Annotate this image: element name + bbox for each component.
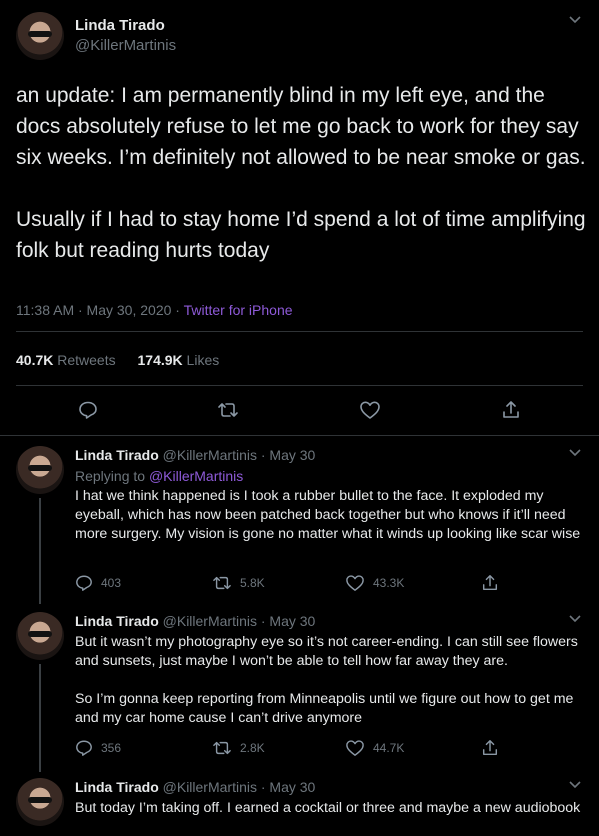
author-name[interactable]: Linda Tirado — [75, 447, 159, 463]
retweet-action[interactable]: 2.8K — [212, 739, 265, 757]
tweet-paragraph: an update: I am permanently blind in my … — [16, 84, 586, 169]
likes-label: Likes — [186, 352, 220, 368]
replying-to: Replying to @KillerMartinis — [75, 467, 585, 486]
reply-paragraph: So I’m gonna keep reporting from Minneap… — [75, 691, 578, 726]
author-name[interactable]: Linda Tirado — [75, 613, 159, 629]
retweet-action[interactable]: 5.8K — [212, 574, 265, 592]
reply-actions: 356 2.8K 44.7K — [75, 739, 575, 759]
heart-icon[interactable] — [345, 739, 365, 757]
thread-line — [39, 498, 41, 604]
reply-action[interactable]: 403 — [75, 574, 121, 592]
replying-to-label: Replying to — [75, 468, 149, 484]
chevron-down-icon[interactable] — [569, 16, 581, 24]
tweet-actions — [0, 394, 599, 426]
author-handle-date[interactable]: @KillerMartinis · May 30 — [163, 447, 316, 463]
author-handle[interactable]: @KillerMartinis — [75, 37, 176, 54]
reply-paragraph: But today I’m taking off. I earned a coc… — [75, 800, 581, 816]
retweet-count: 5.8K — [240, 576, 265, 590]
share-icon[interactable] — [481, 574, 499, 592]
like-count: 44.7K — [373, 741, 405, 755]
likes-count: 174.9K — [137, 352, 183, 368]
like-action[interactable]: 44.7K — [345, 739, 404, 757]
divider — [16, 331, 583, 332]
retweet-icon[interactable] — [212, 574, 232, 592]
like-count: 43.3K — [373, 576, 405, 590]
reply-icon[interactable] — [75, 574, 93, 592]
reply-text: But today I’m taking off. I earned a coc… — [75, 799, 585, 818]
reply-tweet[interactable]: Linda Tirado @KillerMartinis · May 30 Re… — [0, 436, 599, 604]
tweet-meta: 11:38 AM · May 30, 2020 · Twitter for iP… — [16, 302, 293, 318]
reply-count: 356 — [101, 741, 122, 755]
chevron-down-icon[interactable] — [569, 781, 581, 789]
reply-header: Linda Tirado @KillerMartinis · May 30 — [75, 447, 315, 463]
retweets-stat[interactable]: 40.7K Retweets — [16, 352, 116, 368]
heart-icon[interactable] — [345, 574, 365, 592]
replying-to-handle[interactable]: @KillerMartinis — [149, 468, 243, 484]
tweet-source[interactable]: Twitter for iPhone — [184, 302, 293, 318]
retweet-icon[interactable] — [212, 739, 232, 757]
reply-paragraph: But it wasn’t my photography eye so it’s… — [75, 634, 582, 669]
reply-icon[interactable] — [72, 394, 104, 426]
reply-count: 403 — [101, 576, 122, 590]
avatar[interactable] — [16, 12, 64, 60]
reply-text: But it wasn’t my photography eye so it’s… — [75, 633, 585, 728]
reply-header: Linda Tirado @KillerMartinis · May 30 — [75, 613, 315, 629]
reply-header: Linda Tirado @KillerMartinis · May 30 — [75, 779, 315, 795]
share-action[interactable] — [481, 739, 499, 757]
reply-icon[interactable] — [75, 739, 93, 757]
author-handle-date[interactable]: @KillerMartinis · May 30 — [163, 779, 316, 795]
reply-tweet[interactable]: Linda Tirado @KillerMartinis · May 30 Bu… — [0, 604, 599, 772]
retweet-count: 2.8K — [240, 741, 265, 755]
chevron-down-icon[interactable] — [569, 449, 581, 457]
thread-line — [39, 664, 41, 772]
reply-paragraph: I hat we think happened is I took a rubb… — [75, 488, 581, 542]
author-name[interactable]: Linda Tirado — [75, 779, 159, 795]
retweet-icon[interactable] — [212, 394, 244, 426]
divider — [16, 385, 583, 386]
tweet-text: an update: I am permanently blind in my … — [16, 80, 586, 266]
tweet-stats: 40.7K Retweets 174.9K Likes — [16, 352, 219, 368]
tweet-paragraph: Usually if I had to stay home I’d spend … — [16, 208, 592, 262]
retweets-label: Retweets — [57, 352, 116, 368]
reply-actions: 403 5.8K 43.3K — [75, 574, 575, 594]
share-icon[interactable] — [495, 394, 527, 426]
chevron-down-icon[interactable] — [569, 615, 581, 623]
heart-icon[interactable] — [354, 394, 386, 426]
author-handle-date[interactable]: @KillerMartinis · May 30 — [163, 613, 316, 629]
reply-action[interactable]: 356 — [75, 739, 121, 757]
share-icon[interactable] — [481, 739, 499, 757]
avatar[interactable] — [16, 778, 64, 826]
retweets-count: 40.7K — [16, 352, 54, 368]
likes-stat[interactable]: 174.9K Likes — [138, 352, 220, 368]
reply-text: I hat we think happened is I took a rubb… — [75, 487, 585, 544]
like-action[interactable]: 43.3K — [345, 574, 404, 592]
tweet-timestamp[interactable]: 11:38 AM · May 30, 2020 · — [16, 302, 184, 318]
share-action[interactable] — [481, 574, 499, 592]
avatar[interactable] — [16, 612, 64, 660]
reply-tweet[interactable]: Linda Tirado @KillerMartinis · May 30 Bu… — [0, 772, 599, 836]
avatar[interactable] — [16, 446, 64, 494]
author-name[interactable]: Linda Tirado — [75, 17, 165, 34]
